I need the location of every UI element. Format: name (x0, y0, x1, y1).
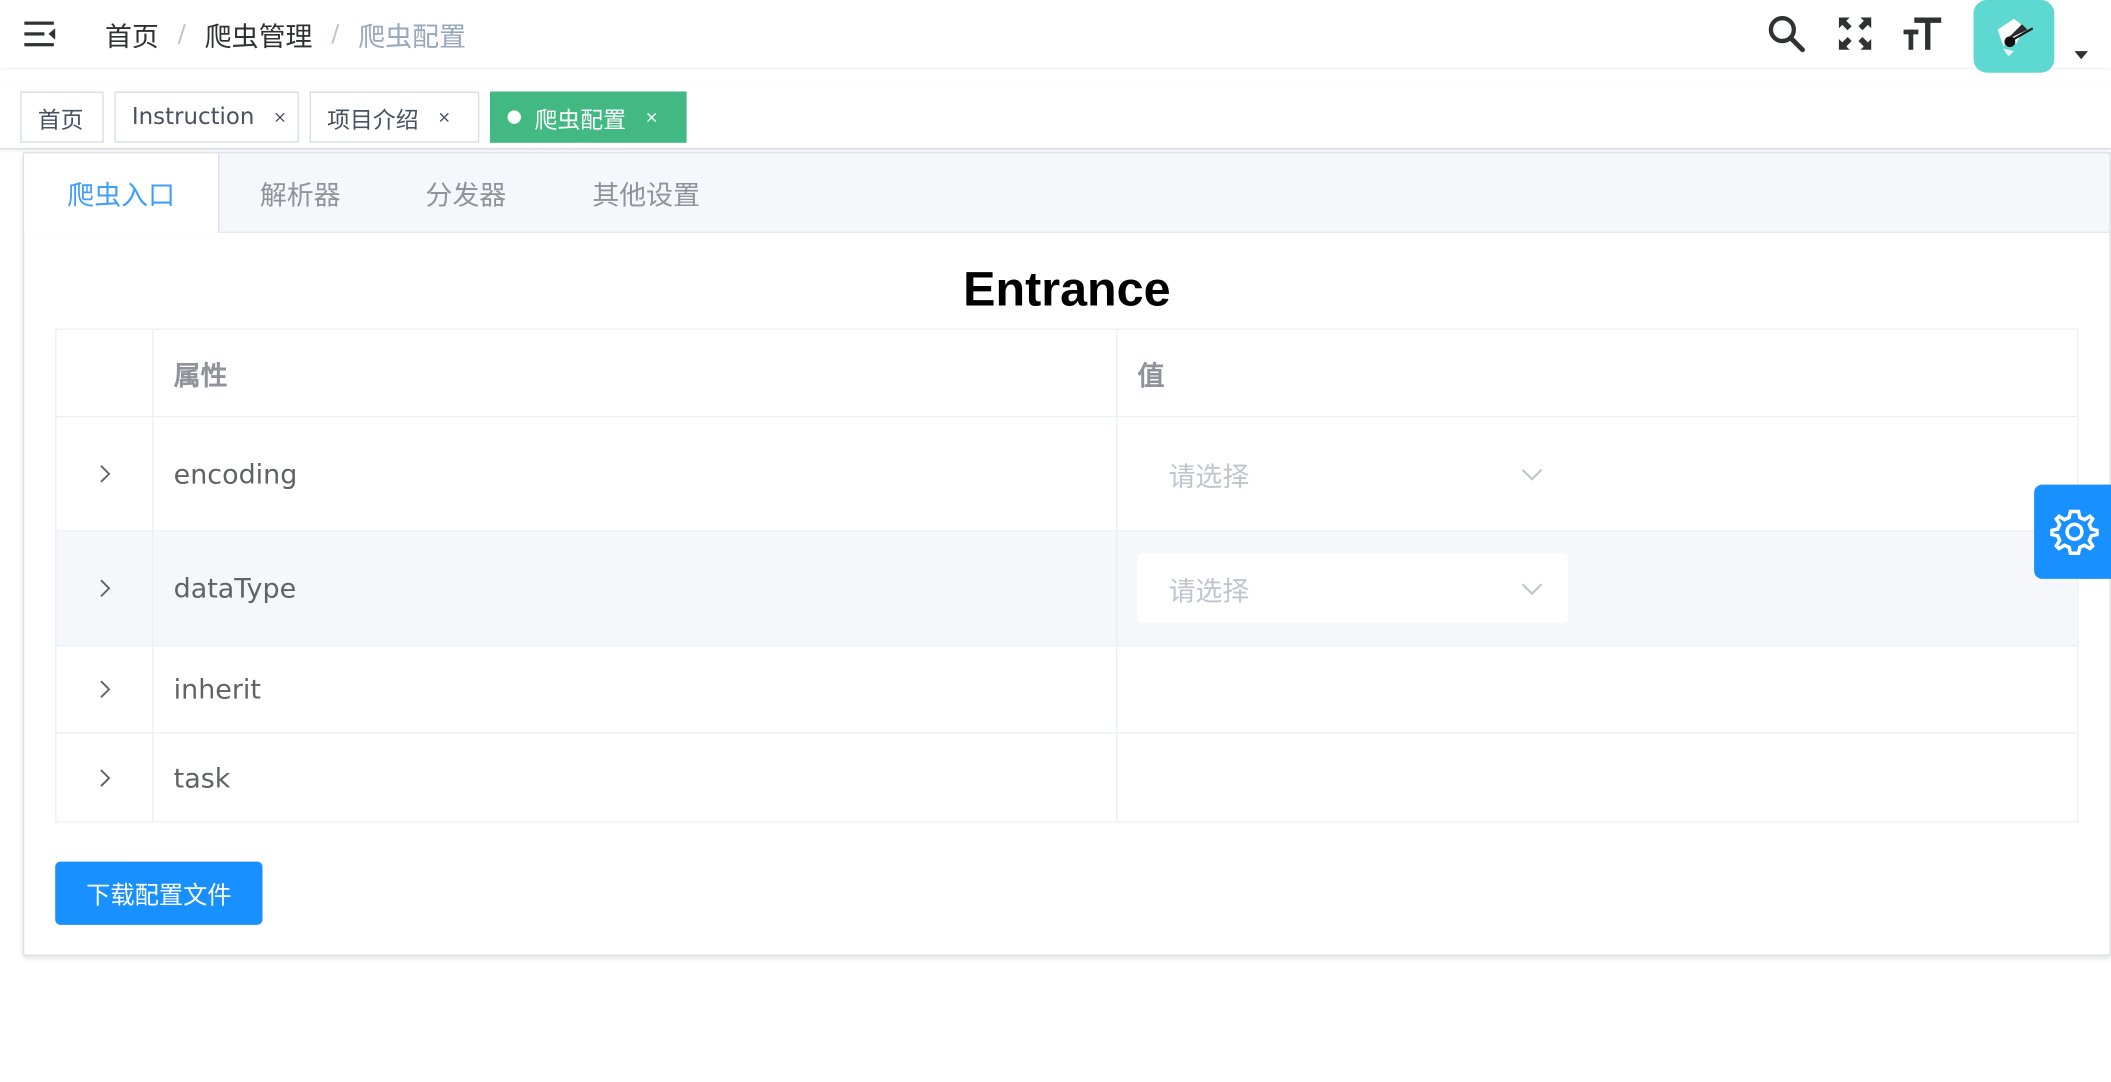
close-icon[interactable]: × (438, 108, 452, 127)
chevron-right-icon[interactable] (57, 646, 154, 733)
fullscreen-icon[interactable] (1835, 13, 1875, 53)
tab-other-settings[interactable]: 其他设置 (578, 153, 715, 231)
breadcrumb: 首页 / 爬虫管理 / 爬虫配置 (105, 0, 466, 67)
tag-crawler-config[interactable]: 爬虫配置 × (490, 91, 687, 143)
breadcrumb-home[interactable]: 首页 (105, 14, 159, 53)
expand-column-header (57, 329, 154, 416)
select-placeholder: 请选择 (1168, 459, 1250, 493)
attribute-name: dataType (153, 531, 1118, 645)
encoding-select[interactable]: 请选择 (1137, 438, 1569, 509)
chevron-right-icon[interactable] (57, 733, 154, 822)
tag-project-intro[interactable]: 项目介绍 × (309, 91, 480, 143)
tag-home[interactable]: 首页 (20, 91, 104, 143)
config-card: 爬虫入口 解析器 分发器 其他设置 Entrance 属性 值 encoding… (22, 152, 2111, 956)
chevron-right-icon[interactable] (57, 531, 154, 645)
value-cell (1117, 646, 2077, 732)
value-cell: 请选择 (1117, 532, 2077, 645)
header-value: 值 (1137, 358, 1165, 392)
chevron-right-icon[interactable] (57, 417, 154, 531)
tab-dispatcher[interactable]: 分发器 (411, 153, 521, 231)
tag-label: 爬虫配置 (534, 107, 626, 134)
tags-view: 首页 Instruction × 项目介绍 × 爬虫配置 × (0, 83, 2111, 150)
tag-instruction[interactable]: Instruction × (114, 91, 299, 143)
close-icon[interactable]: × (645, 108, 659, 127)
font-size-icon[interactable] (1902, 13, 1942, 53)
datatype-select[interactable]: 请选择 (1137, 553, 1569, 624)
chevron-down-icon (1521, 583, 1543, 596)
chevron-down-icon (1521, 469, 1543, 481)
table-row: encoding 请选择 (56, 417, 2078, 532)
breadcrumb-separator: / (331, 19, 340, 48)
tab-crawler-entrance[interactable]: 爬虫入口 (24, 153, 220, 233)
close-icon[interactable]: × (273, 108, 287, 127)
value-cell (1117, 734, 2077, 822)
tab-parser[interactable]: 解析器 (245, 153, 355, 231)
active-dot-icon (507, 110, 521, 124)
header-attribute: 属性 (153, 329, 1118, 416)
table-row: inherit (56, 646, 2078, 734)
section-title: Entrance (963, 261, 1171, 317)
tag-label: Instruction (131, 103, 255, 131)
hamburger-icon[interactable] (24, 19, 56, 49)
tabs-header: 爬虫入口 解析器 分发器 其他设置 (24, 153, 2110, 233)
tag-label: 项目介绍 (327, 107, 419, 134)
attribute-name: encoding (153, 417, 1118, 531)
table-row: task (57, 733, 2078, 822)
caret-down-icon[interactable] (2074, 51, 2088, 60)
download-config-button[interactable]: 下载配置文件 (55, 861, 263, 925)
search-icon[interactable] (1766, 13, 1806, 53)
tag-label: 首页 (37, 107, 84, 134)
settings-button[interactable] (2034, 484, 2111, 579)
attribute-name: task (153, 733, 1118, 822)
gear-icon (2050, 509, 2099, 556)
table-row: dataType 请选择 (56, 531, 2078, 647)
select-placeholder: 请选择 (1168, 574, 1250, 607)
attribute-name: inherit (153, 646, 1118, 733)
table-header-row: 属性 值 (56, 329, 2078, 418)
navbar: 首页 / 爬虫管理 / 爬虫配置 (0, 0, 2111, 73)
breadcrumb-crawler-management[interactable]: 爬虫管理 (205, 14, 313, 53)
breadcrumb-separator: / (177, 19, 186, 48)
config-table: 属性 值 encoding 请选择 dataType 请选择 inherit t… (55, 328, 2079, 823)
breadcrumb-current: 爬虫配置 (358, 19, 466, 52)
avatar[interactable] (1973, 0, 2055, 73)
value-cell: 请选择 (1117, 417, 2077, 530)
